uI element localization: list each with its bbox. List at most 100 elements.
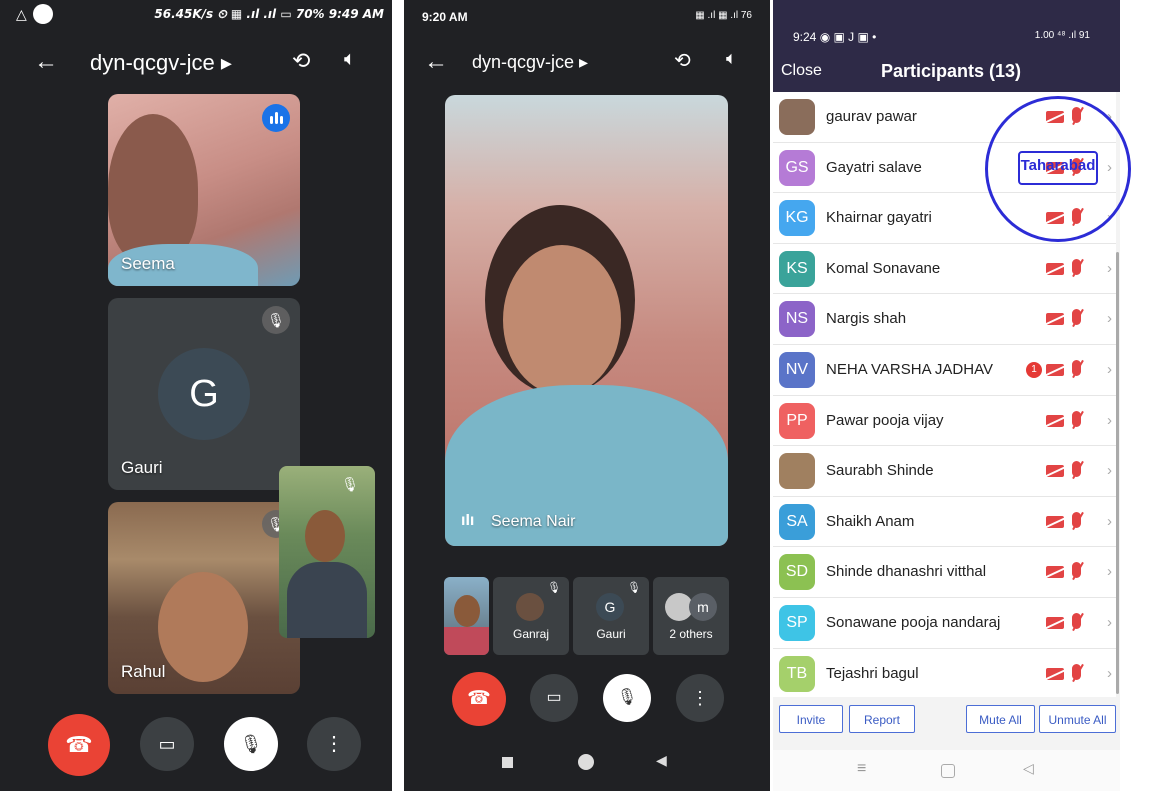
left-call-screen: △ 56.45K/s ⏲ ▦ .ıl .ıl ▭ 70% 9:49 AM ← d… [0, 0, 392, 791]
participant-status-icons: › [1044, 612, 1112, 634]
invite-button[interactable]: Invite [779, 705, 843, 733]
thumbnail-self[interactable] [444, 577, 489, 655]
participant-name: Khairnar gayatri [826, 209, 932, 227]
main-speaker-video[interactable]: ıIı Seema Nair [445, 95, 728, 546]
call-top-bar: ← dyn-qcgv-jce ▸ ⟲ 🔈︎ [0, 40, 392, 84]
hang-up-button[interactable]: ☎ [452, 672, 506, 726]
chevron-right-icon[interactable]: › [1107, 563, 1112, 580]
mic-off-icon: 🎙︎ [627, 582, 641, 594]
participant-name: Saurabh Shinde [826, 462, 934, 480]
chevron-right-icon[interactable]: › [1107, 614, 1112, 631]
mic-off-icon: 🎙︎ [341, 476, 359, 492]
home-icon[interactable] [941, 764, 955, 778]
participant-row[interactable]: SD Shinde dhanashri vitthal › [773, 547, 1116, 598]
participant-row[interactable]: SA Shaikh Anam › [773, 496, 1116, 548]
participants-header: 9:24 ◉ ▣ J ▣ • 1.00 ⁴⁸ .ıl 91 Close Part… [773, 0, 1120, 92]
menu-icon[interactable]: ≡ [857, 760, 866, 778]
scrollbar[interactable] [1116, 252, 1119, 694]
participant-avatar: SA [779, 503, 815, 540]
participant-name: Tejashri bagul [826, 664, 919, 682]
thumbnail-others[interactable]: m 2 others [653, 577, 729, 655]
back-nav-icon[interactable]: ◁ [1023, 760, 1034, 777]
switch-camera-icon[interactable]: ⟲ [674, 48, 691, 73]
participant-row[interactable]: TB Tejashri bagul › [773, 648, 1116, 700]
avatar-initial: m [689, 593, 717, 621]
thumbnail-label: Ganraj [512, 627, 550, 641]
back-arrow-icon[interactable]: ← [34, 48, 58, 76]
participant-name: gaurav pawar [826, 108, 917, 125]
participant-row[interactable]: Saurabh Shinde › [773, 446, 1116, 497]
meeting-code[interactable]: dyn-qcgv-jce ▸ [90, 50, 232, 76]
switch-camera-icon[interactable]: ⟲ [292, 48, 310, 74]
back-nav-icon[interactable]: ◀ [656, 752, 667, 769]
video-tile-gauri[interactable]: 🎙︎ G Gauri [108, 298, 300, 490]
participant-status-icons: › [1044, 258, 1112, 280]
tile-name: Seema [121, 254, 175, 273]
back-arrow-icon[interactable]: ← [424, 48, 448, 76]
meeting-code[interactable]: dyn-qcgv-jce ▸ [472, 52, 588, 73]
participant-avatar: NS [779, 301, 815, 338]
participant-status-icons: › [1044, 460, 1112, 482]
report-button[interactable]: Report [849, 705, 915, 733]
participant-photo [779, 99, 815, 135]
face-silhouette [158, 572, 248, 682]
camera-button[interactable]: ▭ [140, 717, 194, 771]
thumbnail-gauri[interactable]: 🎙︎ G Gauri [573, 577, 649, 655]
page-title: Participants (13) [881, 61, 1022, 81]
speaker-icon[interactable]: 🔈︎ [344, 48, 356, 71]
participant-row[interactable]: NV NEHA VARSHA JADHAV 1 › [773, 344, 1116, 396]
chevron-right-icon[interactable]: › [1107, 513, 1112, 530]
mic-off-button[interactable]: 🎙︎ [603, 674, 651, 722]
chevron-right-icon[interactable]: › [1107, 665, 1112, 682]
android-nav-bar: ≡ ◁ [773, 750, 1120, 791]
chevron-right-icon[interactable]: › [1107, 260, 1112, 277]
status-time: 9:20 AM [422, 10, 468, 24]
video-tile-rahul[interactable]: 🎙︎ Rahul [108, 502, 300, 694]
face-silhouette [503, 245, 621, 395]
more-options-button[interactable]: ⋮ [676, 674, 724, 722]
participant-name: Komal Sonavane [826, 259, 941, 277]
video-tile-seema[interactable]: Seema [108, 94, 300, 286]
avatar: G [158, 348, 250, 440]
face-silhouette [305, 510, 345, 562]
hang-up-button[interactable]: ☎ [48, 714, 110, 776]
participant-name: Pawar pooja vijay [826, 411, 944, 429]
participant-avatar: NV [779, 351, 815, 388]
face-silhouette [454, 595, 480, 627]
status-text: ▦ .ıl ▦ .ıl 76 [695, 10, 752, 21]
scarf-silhouette [445, 385, 728, 546]
college-seal-stamp: Taharabad [985, 96, 1131, 242]
more-options-button[interactable]: ⋮ [307, 717, 361, 771]
chevron-right-icon[interactable]: › [1107, 462, 1112, 479]
mic-off-icon: 🎙︎ [547, 582, 561, 594]
thumbnail-ganraj[interactable]: 🎙︎ Ganraj [493, 577, 569, 655]
home-icon[interactable] [578, 754, 594, 770]
unmute-all-button[interactable]: Unmute All [1039, 705, 1116, 733]
participant-status-icons: › [1044, 511, 1112, 533]
participant-row[interactable]: NS Nargis shah › [773, 294, 1116, 345]
person-silhouette [108, 114, 198, 264]
camera-button[interactable]: ▭ [530, 674, 578, 722]
status-icons: △ [16, 4, 53, 24]
chevron-right-icon[interactable]: › [1107, 412, 1112, 429]
participant-name: Shinde dhanashri vitthal [826, 563, 987, 581]
speaking-indicator-icon [262, 104, 290, 132]
status-text: 56.45K/s ⏲ ▦ .ıl .ıl ▭ 70% 9:49 AM [154, 7, 384, 21]
status-text: 1.00 ⁴⁸ .ıl 91 [1034, 30, 1090, 41]
chevron-right-icon[interactable]: › [1107, 310, 1112, 327]
speaker-icon[interactable]: 🔈︎ [726, 48, 737, 69]
participants-actions: Invite Report Mute All Unmute All [773, 697, 1120, 747]
chevron-right-icon[interactable]: › [1107, 361, 1112, 378]
participant-row[interactable]: SP Sonawane pooja nandaraj › [773, 597, 1116, 649]
participant-row[interactable]: PP Pawar pooja vijay › [773, 395, 1116, 447]
mic-off-button[interactable]: 🎙︎ [224, 717, 278, 771]
mute-all-button[interactable]: Mute All [966, 705, 1035, 733]
close-button[interactable]: Close [781, 62, 822, 80]
recents-icon[interactable] [502, 757, 513, 768]
call-top-bar: ← dyn-qcgv-jce ▸ ⟲ 🔈︎ [404, 40, 770, 84]
participant-name: Shaikh Anam [826, 512, 915, 530]
participant-row[interactable]: KS Komal Sonavane › [773, 243, 1116, 295]
participant-avatar: KS [779, 250, 815, 287]
self-preview[interactable]: 🎙︎ [279, 466, 375, 638]
thumbnail-label: Gauri [596, 627, 626, 641]
